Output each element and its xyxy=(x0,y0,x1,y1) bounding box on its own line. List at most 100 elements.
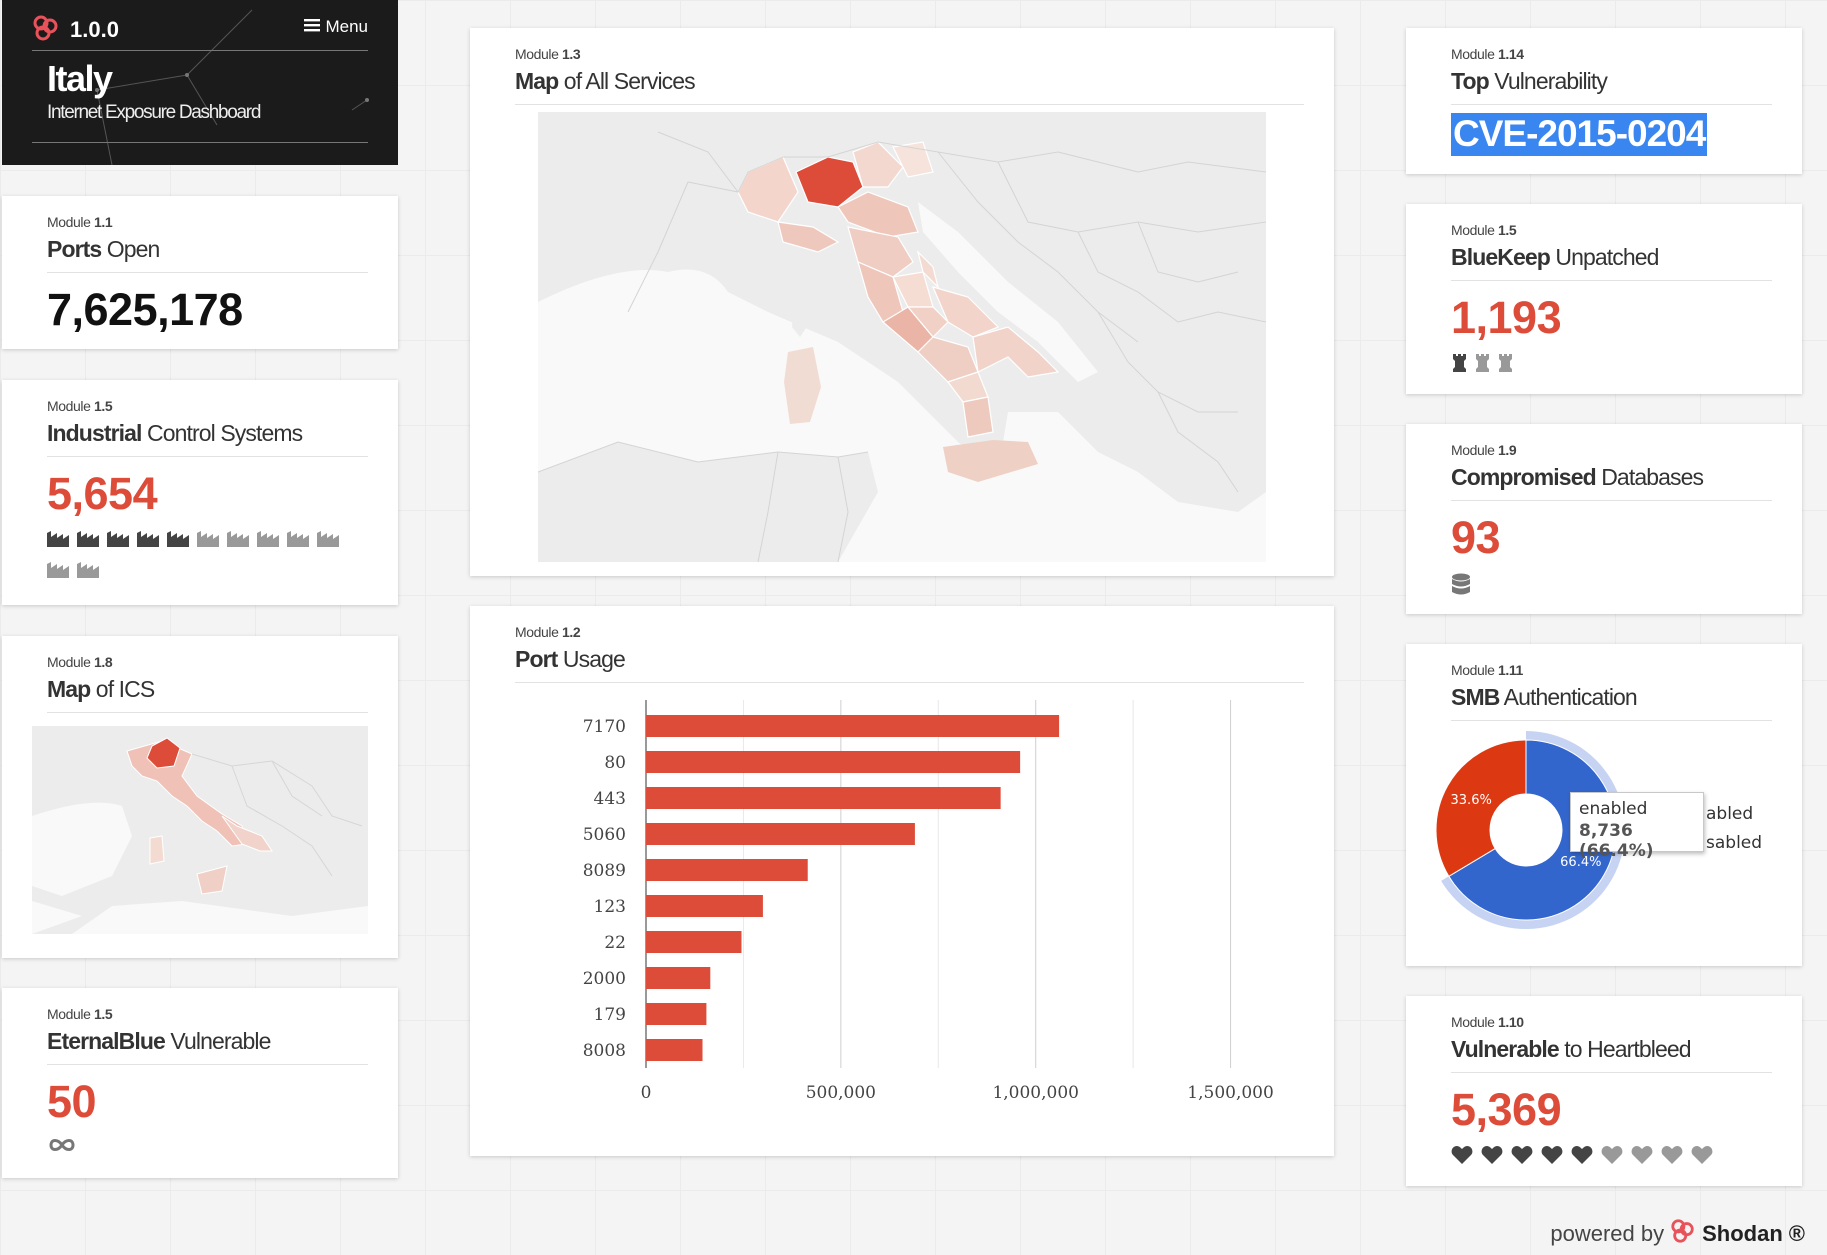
bluekeep-card: Module 1.5 BlueKeep Unpatched 1,193 xyxy=(1406,204,1802,394)
x-tick-label: 1,000,000 xyxy=(992,1083,1079,1103)
card-title: EternalBlue Vulnerable xyxy=(47,1022,368,1065)
hamburger-icon xyxy=(304,17,321,37)
card-title: Vulnerable to Heartbleed xyxy=(1451,1030,1772,1073)
module-label: Module 1.8 xyxy=(47,654,113,670)
module-label: Module 1.14 xyxy=(1451,46,1524,62)
rook-icon xyxy=(1497,353,1514,378)
map-all-services-card: Module 1.3 Map of All Services xyxy=(470,28,1334,576)
menu-button[interactable]: Menu xyxy=(304,17,368,37)
heart-icon xyxy=(1571,1145,1595,1170)
card-title: Industrial Control Systems xyxy=(47,414,368,457)
bluekeep-icon-row xyxy=(1451,353,1772,378)
legend-enabled[interactable]: abled xyxy=(1706,804,1753,824)
database-icon xyxy=(1451,573,1471,602)
rook-icon xyxy=(1474,353,1491,378)
slice-disabled[interactable] xyxy=(1436,739,1527,877)
country-title: Italy xyxy=(47,58,113,99)
header-divider-top xyxy=(32,50,368,51)
chart-tooltip: enabled 8,736 (66.4%) xyxy=(1570,792,1704,861)
powered-by-footer[interactable]: powered by Shodan ® xyxy=(1550,1218,1805,1250)
heart-icon xyxy=(1601,1145,1625,1170)
bar-8089[interactable] xyxy=(646,859,808,881)
eternalblue-icon-row xyxy=(47,1137,368,1158)
module-label: Module 1.1 xyxy=(47,214,113,230)
tooltip-value: 8,736 (66.4%) xyxy=(1579,821,1654,861)
ics-card: Module 1.5 Industrial Control Systems 5,… xyxy=(2,380,398,605)
heart-icon xyxy=(1691,1145,1715,1170)
factory-icon xyxy=(227,529,250,552)
heart-icon xyxy=(1451,1145,1475,1170)
eternalblue-value: 50 xyxy=(47,1076,97,1127)
map-ics-card: Module 1.8 Map of ICS xyxy=(2,636,398,958)
x-tick-label: 500,000 xyxy=(806,1083,876,1103)
module-label: Module 1.5 xyxy=(1451,222,1517,238)
heartbleed-card: Module 1.10 Vulnerable to Heartbleed 5,3… xyxy=(1406,996,1802,1186)
ports-open-value: 7,625,178 xyxy=(47,284,243,335)
legend-disabled[interactable]: sabled xyxy=(1706,833,1762,853)
y-tick-label: 123 xyxy=(594,897,626,917)
factory-icon xyxy=(47,529,70,552)
powered-by-text: powered by xyxy=(1550,1221,1665,1246)
y-tick-label: 8008 xyxy=(583,1041,626,1061)
card-title: BlueKeep Unpatched xyxy=(1451,238,1772,281)
card-title: SMB Authentication xyxy=(1451,678,1772,721)
ics-value: 5,654 xyxy=(47,468,158,519)
factory-icon xyxy=(317,529,340,552)
bluekeep-value: 1,193 xyxy=(1451,292,1562,343)
x-tick-label: 1,500,000 xyxy=(1187,1083,1274,1103)
shodan-logo-icon xyxy=(1670,1218,1696,1250)
bar-7170[interactable] xyxy=(646,715,1060,737)
heart-icon xyxy=(1661,1145,1685,1170)
ports-open-card: Module 1.1 Ports Open 7,625,178 xyxy=(2,196,398,349)
factory-icon xyxy=(77,560,100,583)
bar-179[interactable] xyxy=(646,1003,707,1025)
dashboard-subtitle: Internet Exposure Dashboard xyxy=(47,102,261,123)
module-label: Module 1.5 xyxy=(47,398,113,414)
module-label: Module 1.5 xyxy=(47,1006,113,1022)
heart-icon xyxy=(1541,1145,1565,1170)
card-title: Port Usage xyxy=(515,640,1304,683)
eternalblue-card: Module 1.5 EternalBlue Vulnerable 50 xyxy=(2,988,398,1178)
factory-icon xyxy=(257,529,280,552)
factory-icon xyxy=(77,529,100,552)
bar-443[interactable] xyxy=(646,787,1001,809)
dashboard-header: 1.0.0 Menu Italy Internet Exposure Dashb… xyxy=(2,0,398,165)
card-title: Compromised Databases xyxy=(1451,458,1772,501)
all-services-map[interactable] xyxy=(538,112,1266,562)
slice-label: 33.6% xyxy=(1451,793,1492,808)
x-tick-label: 0 xyxy=(641,1083,652,1103)
bar-2000[interactable] xyxy=(646,967,711,989)
bar-80[interactable] xyxy=(646,751,1021,773)
top-vulnerability-card: Module 1.14 Top Vulnerability CVE-2015-0… xyxy=(1406,28,1802,174)
module-label: Module 1.3 xyxy=(515,46,581,62)
factory-icon xyxy=(107,529,130,552)
ics-map[interactable] xyxy=(32,726,368,934)
factory-icon xyxy=(287,529,310,552)
card-title: Top Vulnerability xyxy=(1451,62,1772,105)
card-title: Ports Open xyxy=(47,230,368,273)
module-label: Module 1.11 xyxy=(1451,662,1523,678)
factory-icon xyxy=(197,529,220,552)
shodan-logo-icon[interactable] xyxy=(32,14,60,47)
y-tick-label: 22 xyxy=(604,933,626,953)
heartbleed-icon-row xyxy=(1451,1145,1772,1170)
y-tick-label: 179 xyxy=(594,1005,626,1025)
factory-icon xyxy=(47,560,70,583)
port-usage-chart: 7170 80 443 5060 8089 123 22 2000 179 8008 0 500,00… xyxy=(583,700,1274,1103)
top-vulnerability-value[interactable]: CVE-2015-0204 xyxy=(1451,113,1708,156)
bar-5060[interactable] xyxy=(646,823,915,845)
y-tick-label: 7170 xyxy=(583,717,626,737)
registered-mark: ® xyxy=(1788,1221,1805,1246)
bar-8008[interactable] xyxy=(646,1039,703,1061)
factory-icon xyxy=(137,529,160,552)
bar-123[interactable] xyxy=(646,895,763,917)
module-label: Module 1.10 xyxy=(1451,1014,1524,1030)
infinity-icon xyxy=(47,1137,77,1158)
bar-22[interactable] xyxy=(646,931,742,953)
card-title: Map of ICS xyxy=(47,670,368,713)
databases-value: 93 xyxy=(1451,512,1501,563)
y-tick-label: 5060 xyxy=(583,825,626,845)
databases-icon-row xyxy=(1451,573,1772,602)
menu-label: Menu xyxy=(325,17,368,36)
heart-icon xyxy=(1631,1145,1655,1170)
